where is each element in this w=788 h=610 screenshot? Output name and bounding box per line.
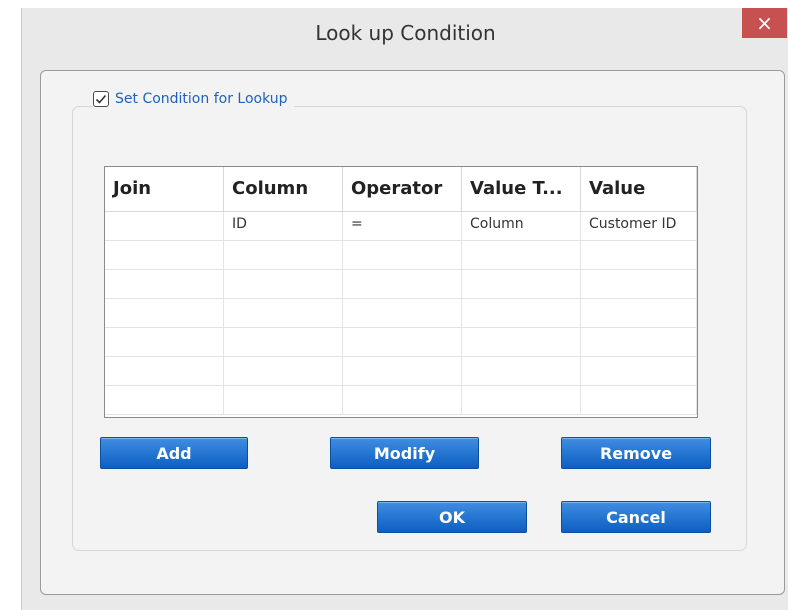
cell-value: [581, 270, 697, 298]
cell-value: [581, 328, 697, 356]
cell-value: Customer ID: [581, 212, 697, 240]
cell-column: [224, 386, 343, 414]
table-row[interactable]: [105, 299, 697, 328]
title-bar: Look up Condition ×: [22, 8, 788, 68]
close-button[interactable]: ×: [742, 8, 787, 38]
table-row[interactable]: [105, 328, 697, 357]
column-header-operator[interactable]: Operator: [343, 167, 462, 211]
cell-operator: [343, 270, 462, 298]
cell-column: [224, 357, 343, 385]
cell-join: [105, 328, 224, 356]
table-row[interactable]: [105, 241, 697, 270]
cell-join: [105, 212, 224, 240]
cell-join: [105, 386, 224, 414]
column-header-join[interactable]: Join: [105, 167, 224, 211]
cell-operator: [343, 357, 462, 385]
column-header-value-type[interactable]: Value T...: [462, 167, 581, 211]
cell-value-type: [462, 270, 581, 298]
set-condition-checkbox[interactable]: [93, 91, 109, 107]
cell-value: [581, 386, 697, 414]
cell-value: [581, 357, 697, 385]
add-button[interactable]: Add: [100, 437, 248, 469]
remove-button[interactable]: Remove: [561, 437, 711, 469]
column-header-value[interactable]: Value: [581, 167, 697, 211]
checkmark-icon: [95, 94, 107, 104]
cell-column: [224, 328, 343, 356]
table-row[interactable]: [105, 386, 697, 415]
cell-column: [224, 299, 343, 327]
cell-operator: [343, 386, 462, 414]
cell-join: [105, 357, 224, 385]
cell-value-type: [462, 386, 581, 414]
lookup-condition-window: Look up Condition × Set Condition for Lo…: [21, 8, 788, 610]
cell-join: [105, 241, 224, 269]
cell-join: [105, 270, 224, 298]
ok-button[interactable]: OK: [377, 501, 527, 533]
cell-value-type: [462, 328, 581, 356]
cell-column: [224, 270, 343, 298]
cell-value: [581, 241, 697, 269]
table-row[interactable]: [105, 357, 697, 386]
cell-join: [105, 299, 224, 327]
condition-grid[interactable]: Join Column Operator Value T... Value ID…: [104, 166, 698, 418]
table-row[interactable]: ID = Column Customer ID: [105, 212, 697, 241]
close-icon: ×: [756, 11, 773, 35]
cell-value-type: [462, 299, 581, 327]
cell-operator: [343, 299, 462, 327]
grid-header: Join Column Operator Value T... Value: [105, 167, 697, 212]
cell-value: [581, 299, 697, 327]
cell-value-type: Column: [462, 212, 581, 240]
cell-value-type: [462, 241, 581, 269]
cancel-button[interactable]: Cancel: [561, 501, 711, 533]
cell-operator: [343, 241, 462, 269]
table-row[interactable]: [105, 270, 697, 299]
set-condition-toggle[interactable]: Set Condition for Lookup: [93, 91, 294, 107]
cell-value-type: [462, 357, 581, 385]
column-header-column[interactable]: Column: [224, 167, 343, 211]
set-condition-label: Set Condition for Lookup: [115, 91, 288, 107]
cell-column: [224, 241, 343, 269]
dialog-body: Set Condition for Lookup Join Column Ope…: [40, 70, 785, 595]
cell-column: ID: [224, 212, 343, 240]
cell-operator: =: [343, 212, 462, 240]
modify-button[interactable]: Modify: [330, 437, 479, 469]
window-title: Look up Condition: [315, 21, 496, 45]
cell-operator: [343, 328, 462, 356]
